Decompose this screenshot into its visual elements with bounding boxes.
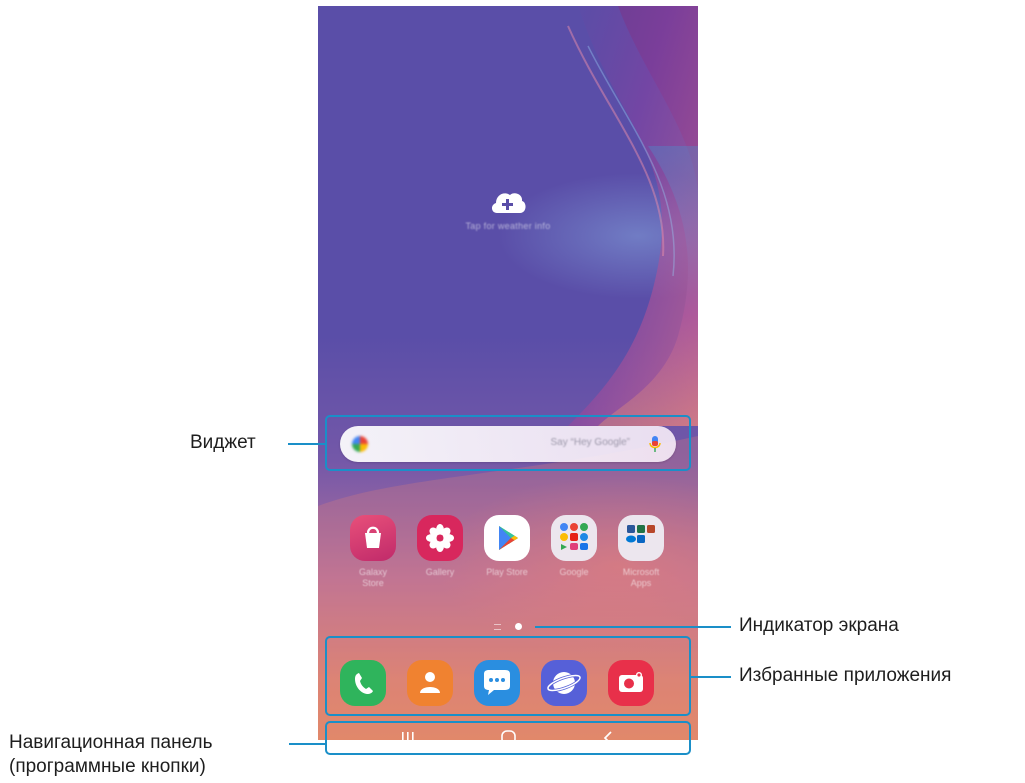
callout-nav-panel-sub: (программные кнопки) — [9, 756, 206, 777]
navbar-leader-line — [289, 743, 325, 745]
callout-screen-indicator: Индикатор экрана — [739, 615, 899, 636]
shopping-bag-icon — [350, 515, 396, 561]
callout-favorite-apps: Избранные приложения — [739, 665, 952, 686]
callout-widget: Виджет — [190, 432, 256, 453]
app-label: Store — [362, 578, 384, 588]
app-label: Microsoft — [622, 567, 660, 577]
app-label: Apps — [630, 578, 652, 588]
current-page-dot — [515, 623, 522, 630]
cloud-plus-icon — [491, 193, 526, 213]
widget-highlight — [325, 415, 691, 471]
indicator-leader-line — [535, 626, 731, 628]
app-galaxy-store[interactable]: Galaxy Store — [340, 515, 406, 589]
app-label: Gallery — [425, 567, 455, 577]
app-label: Galaxy — [358, 567, 387, 577]
callout-nav-panel: Навигационная панель — [9, 732, 213, 753]
app-gallery[interactable]: Gallery — [407, 515, 473, 578]
widget-leader-line — [288, 443, 325, 445]
app-folder-google[interactable]: Google — [541, 515, 607, 578]
weather-hint-text: Tap for weather info — [465, 221, 551, 231]
folder-icon — [618, 515, 664, 561]
page-indicator[interactable] — [494, 622, 534, 632]
phone-home-screen: Tap for weather info Say “Hey Google” Ga… — [318, 6, 698, 740]
folder-icon — [551, 515, 597, 561]
weather-widget[interactable]: Tap for weather info — [408, 189, 608, 249]
app-folder-microsoft[interactable]: Microsoft Apps — [608, 515, 674, 589]
flower-icon — [417, 515, 463, 561]
app-play-store[interactable]: Play Store — [474, 515, 540, 578]
menu-lines-icon — [494, 624, 501, 630]
app-label: Play Store — [486, 567, 528, 577]
navbar-highlight — [325, 721, 691, 755]
play-store-icon — [484, 515, 530, 561]
favorites-leader-line — [691, 676, 731, 678]
app-label: Google — [559, 567, 589, 577]
favorites-highlight — [325, 636, 691, 716]
